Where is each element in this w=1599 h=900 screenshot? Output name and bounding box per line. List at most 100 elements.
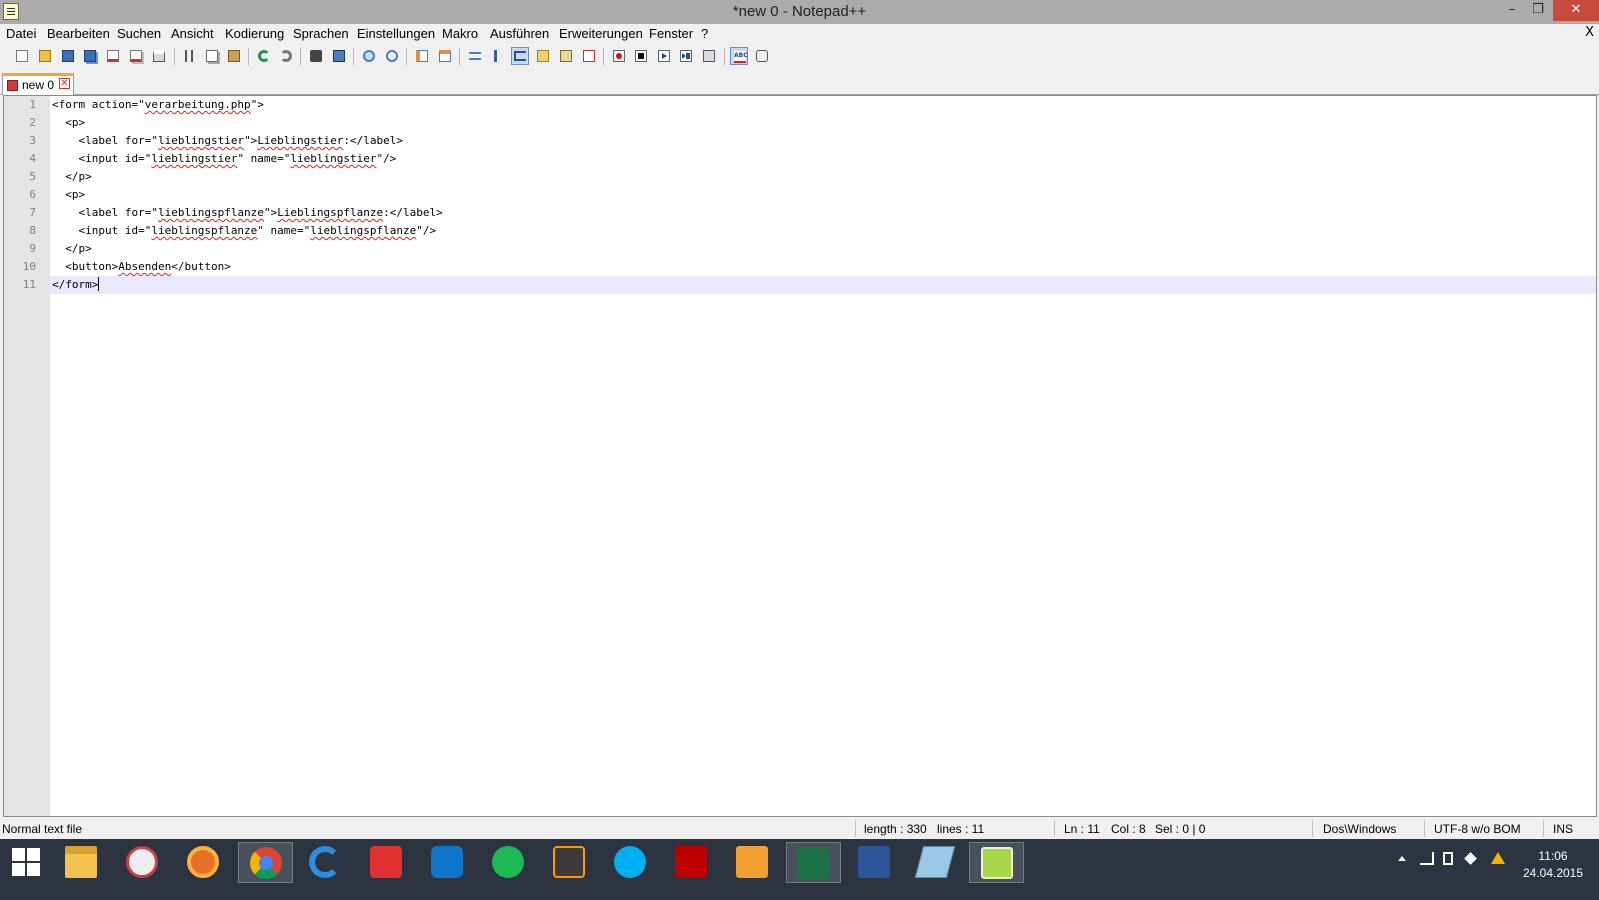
close-icon[interactable] <box>104 47 122 65</box>
text-caret <box>98 277 100 291</box>
status-divider <box>1424 820 1425 837</box>
sublime-text-icon[interactable] <box>542 842 597 883</box>
code-line-current[interactable]: </form> <box>50 276 1596 294</box>
menu-ausfuehren[interactable]: Ausführen <box>490 26 549 41</box>
menu-help[interactable]: ? <box>701 26 708 41</box>
word-icon[interactable] <box>847 842 902 883</box>
show-hidden-icons-icon[interactable] <box>1398 856 1406 861</box>
sync-vertical-icon[interactable] <box>413 47 431 65</box>
chrome-icon[interactable] <box>238 842 293 883</box>
record-macro-icon[interactable] <box>610 47 628 65</box>
spell-check-options-icon[interactable] <box>753 47 771 65</box>
menu-bearbeiten[interactable]: Bearbeiten <box>47 26 110 41</box>
internet-explorer-icon[interactable] <box>298 842 353 883</box>
line-number: 8 <box>29 224 36 237</box>
battery-icon[interactable] <box>1443 852 1453 865</box>
code-line[interactable]: </p> <box>50 168 1596 186</box>
tab-label: new 0 <box>22 78 55 92</box>
zoom-out-icon[interactable] <box>383 47 401 65</box>
code-line[interactable]: <label for="lieblingstier">Lieblingstier… <box>50 132 1596 150</box>
playback-macro-icon[interactable] <box>655 47 673 65</box>
find-icon[interactable] <box>307 47 325 65</box>
skype-icon[interactable] <box>603 842 658 883</box>
snipping-tool-icon[interactable] <box>115 842 170 883</box>
replace-icon[interactable] <box>330 47 348 65</box>
title-bar: *new 0 - Notepad++ – ❐ ✕ <box>0 0 1599 24</box>
menu-fenster[interactable]: Fenster <box>649 26 693 41</box>
menu-datei[interactable]: Datei <box>6 26 36 41</box>
save-macro-icon[interactable] <box>700 47 718 65</box>
user-defined-language-icon[interactable] <box>534 47 552 65</box>
notepad-icon[interactable] <box>908 842 963 883</box>
text-editor[interactable]: 1 2 3 4 5 6 7 8 9 10 11 <form action="ve… <box>3 95 1597 817</box>
code-line[interactable]: <form action="verarbeitung.php"> <box>50 96 1596 114</box>
code-area[interactable]: <form action="verarbeitung.php"> <p> <la… <box>50 96 1596 816</box>
redo-icon[interactable] <box>277 47 295 65</box>
zoom-in-icon[interactable] <box>360 47 378 65</box>
function-list-icon[interactable] <box>580 47 598 65</box>
toolbar-separator <box>248 48 249 65</box>
filezilla-icon[interactable] <box>664 842 719 883</box>
excel-icon[interactable] <box>786 842 841 883</box>
menu-erweiterungen[interactable]: Erweiterungen <box>559 26 643 41</box>
code-line[interactable]: </p> <box>50 240 1596 258</box>
teamviewer-icon[interactable] <box>420 842 475 883</box>
notepad-plus-plus-icon[interactable] <box>969 842 1024 883</box>
indent-guide-icon[interactable] <box>511 47 529 65</box>
menu-suchen[interactable]: Suchen <box>117 26 161 41</box>
menu-ansicht[interactable]: Ansicht <box>171 26 214 41</box>
undo-icon[interactable] <box>255 47 273 65</box>
close-window-button[interactable]: ✕ <box>1553 0 1599 21</box>
restore-button[interactable]: ❐ <box>1523 0 1553 21</box>
outlook-icon[interactable] <box>725 842 780 883</box>
vivaldi-icon[interactable] <box>359 842 414 883</box>
google-drive-icon[interactable] <box>1491 852 1505 864</box>
menu-makro[interactable]: Makro <box>442 26 478 41</box>
code-line[interactable]: <input id="lieblingspflanze" name="liebl… <box>50 222 1596 240</box>
status-eol-format[interactable]: Dos\Windows <box>1323 822 1396 836</box>
code-line[interactable]: <input id="lieblingstier" name="liebling… <box>50 150 1596 168</box>
spotify-icon[interactable] <box>481 842 536 883</box>
close-document-button[interactable]: X <box>1585 25 1594 40</box>
firefox-icon[interactable] <box>176 842 231 883</box>
clock-date[interactable]: 24.04.2015 <box>1518 866 1588 880</box>
show-all-characters-icon[interactable] <box>488 47 506 65</box>
document-map-icon[interactable] <box>557 47 575 65</box>
dropbox-icon[interactable] <box>1464 852 1477 865</box>
network-signal-icon[interactable] <box>1420 852 1434 865</box>
save-all-icon[interactable] <box>81 47 99 65</box>
code-line[interactable]: <button>Absenden</button> <box>50 258 1596 276</box>
code-line[interactable]: <label for="lieblingspflanze">Lieblingsp… <box>50 204 1596 222</box>
print-icon[interactable] <box>150 47 168 65</box>
windows-start-icon[interactable] <box>0 842 55 883</box>
line-number: 1 <box>29 98 36 111</box>
stop-recording-icon[interactable] <box>632 47 650 65</box>
close-all-icon[interactable] <box>127 47 145 65</box>
status-file-type: Normal text file <box>2 822 83 836</box>
open-file-icon[interactable] <box>36 47 54 65</box>
line-number: 5 <box>29 170 36 183</box>
status-divider <box>855 820 856 837</box>
status-divider <box>1054 820 1055 837</box>
tab-new-0[interactable]: new 0 ✕ <box>2 73 74 95</box>
tab-close-icon[interactable]: ✕ <box>59 78 70 89</box>
code-line[interactable]: <p> <box>50 114 1596 132</box>
sync-horizontal-icon[interactable] <box>436 47 454 65</box>
file-explorer-icon[interactable] <box>54 842 109 883</box>
save-icon[interactable] <box>59 47 77 65</box>
run-macro-multiple-icon[interactable] <box>677 47 695 65</box>
copy-icon[interactable] <box>203 47 221 65</box>
new-file-icon[interactable] <box>13 47 31 65</box>
word-wrap-icon[interactable] <box>466 47 484 65</box>
code-line[interactable]: <p> <box>50 186 1596 204</box>
status-encoding[interactable]: UTF-8 w/o BOM <box>1434 822 1521 836</box>
status-insert-mode[interactable]: INS <box>1553 822 1573 836</box>
line-number: 7 <box>29 206 36 219</box>
menu-kodierung[interactable]: Kodierung <box>225 26 284 41</box>
cut-icon[interactable] <box>180 47 198 65</box>
menu-einstellungen[interactable]: Einstellungen <box>357 26 435 41</box>
paste-icon[interactable] <box>225 47 243 65</box>
menu-sprachen[interactable]: Sprachen <box>293 26 349 41</box>
spell-check-icon[interactable]: ABC <box>730 47 748 65</box>
clock-time[interactable]: 11:06 <box>1518 849 1588 863</box>
